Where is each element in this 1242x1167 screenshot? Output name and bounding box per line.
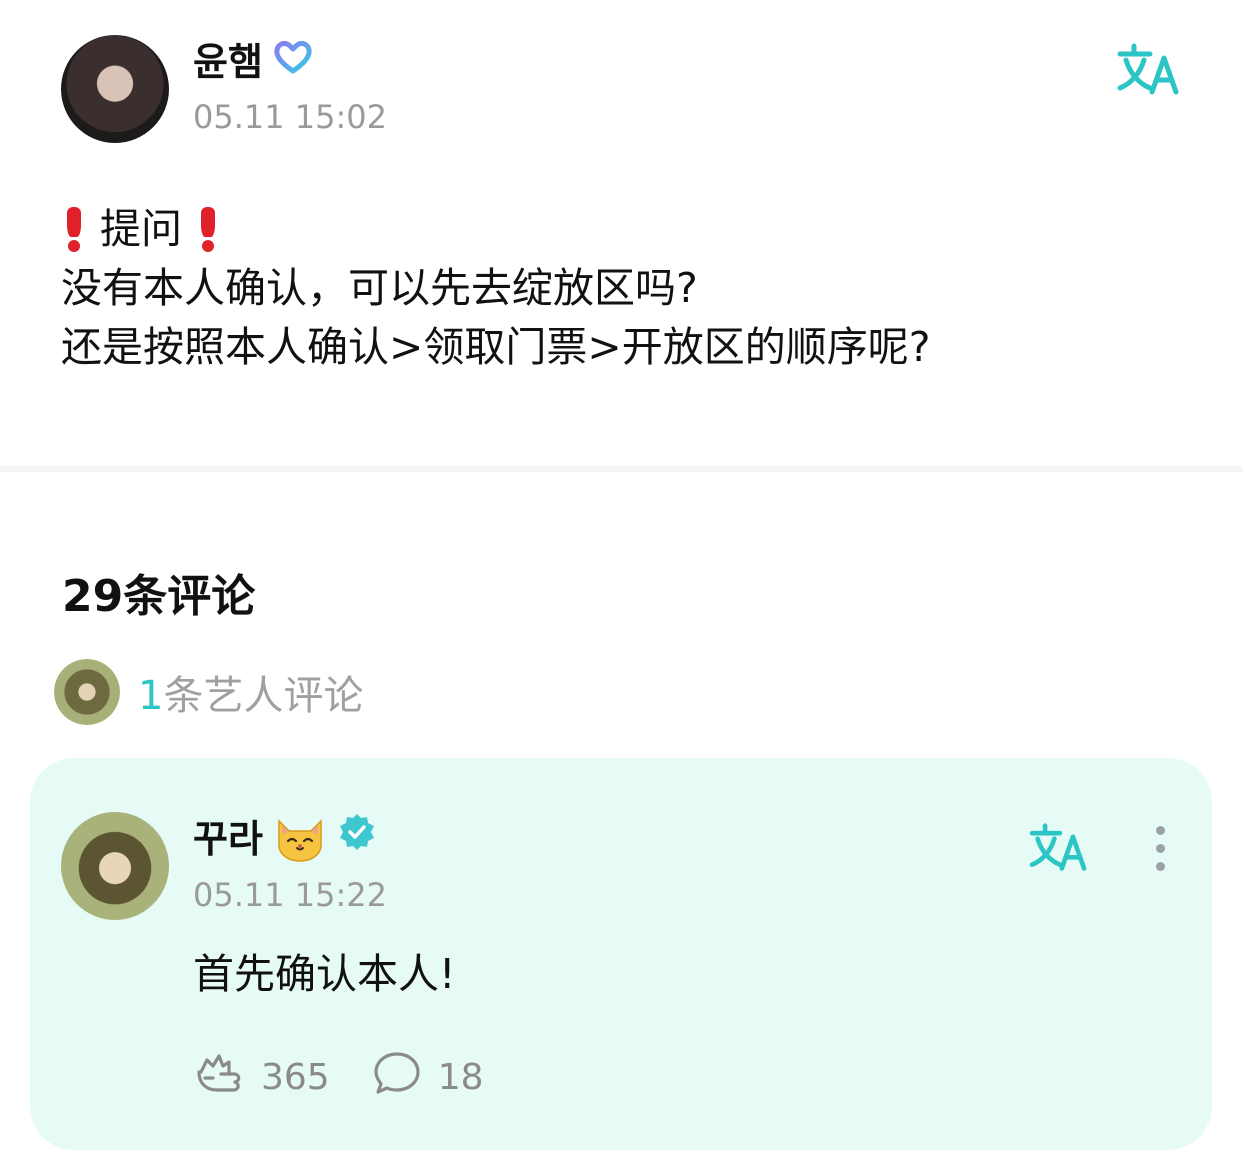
post-title-line: 提问 bbox=[61, 200, 1181, 259]
post-body: 提问 没有本人确认，可以先去绽放区吗? 还是按照本人确认>领取门票>开放区的顺序… bbox=[61, 200, 1181, 377]
artist-comment-count: 1 bbox=[138, 673, 164, 719]
verified-badge-icon bbox=[337, 812, 377, 865]
post-timestamp: 05.11 15:02 bbox=[193, 98, 387, 136]
comment-translate-icon[interactable] bbox=[1028, 822, 1090, 874]
more-vertical-icon[interactable] bbox=[1148, 826, 1172, 876]
exclamation-icon bbox=[67, 207, 81, 252]
comment-count-heading: 29条评论 bbox=[62, 571, 256, 622]
comment-author-row: 꾸라 bbox=[193, 812, 377, 865]
exclamation-icon bbox=[201, 207, 216, 252]
reply-count: 18 bbox=[437, 1057, 484, 1098]
like-count: 365 bbox=[261, 1057, 330, 1098]
post-title: 提问 bbox=[100, 205, 183, 253]
artist-comments-filter[interactable]: 1条艺人评论 bbox=[54, 659, 363, 725]
post-line: 没有本人确认，可以先去绽放区吗? bbox=[61, 264, 698, 312]
post-author-name[interactable]: 윤햄 bbox=[193, 38, 263, 86]
post-author-row: 윤햄 bbox=[193, 38, 313, 86]
artist-comment-text: 条艺人评论 bbox=[163, 673, 364, 719]
post-author-avatar[interactable] bbox=[61, 35, 169, 143]
artist-avatar bbox=[54, 659, 120, 725]
cat-face-icon bbox=[273, 815, 327, 863]
translate-icon[interactable] bbox=[1116, 42, 1182, 98]
artist-comments-label: 1条艺人评论 bbox=[138, 663, 363, 721]
like-icon[interactable] bbox=[193, 1050, 245, 1105]
comment-text: 首先确认本人! bbox=[193, 950, 456, 998]
fan-heart-badge-icon bbox=[273, 38, 313, 86]
comment-author-name[interactable]: 꾸라 bbox=[193, 813, 263, 865]
comment-timestamp: 05.11 15:22 bbox=[193, 876, 387, 914]
post-line: 还是按照本人确认>领取门票>开放区的顺序呢? bbox=[61, 323, 931, 371]
section-divider bbox=[0, 466, 1242, 472]
comment-reactions: 365 18 bbox=[193, 1050, 510, 1105]
comment-author-avatar[interactable] bbox=[61, 812, 169, 920]
comment-bubble-icon[interactable] bbox=[372, 1050, 422, 1105]
